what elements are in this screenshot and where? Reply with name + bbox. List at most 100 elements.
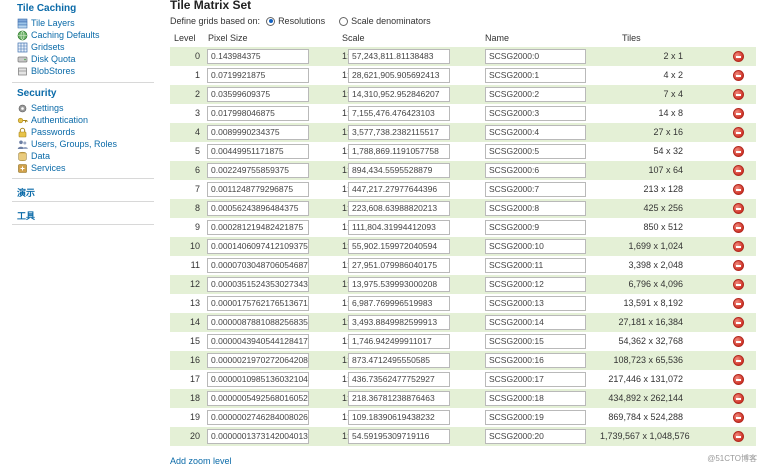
remove-level-icon[interactable] [733, 298, 744, 309]
scale-input[interactable]: 873.4712495550585 [348, 353, 450, 368]
name-input[interactable]: SCSG2000:18 [485, 391, 586, 406]
remove-level-icon[interactable] [733, 70, 744, 81]
name-input[interactable]: SCSG2000:7 [485, 182, 586, 197]
scale-input[interactable]: 7,155,476.476423103 [348, 106, 450, 121]
scale-input[interactable]: 3,493.8849982599913 [348, 315, 450, 330]
pixel-size-input[interactable]: 0.03599609375 [207, 87, 309, 102]
remove-level-icon[interactable] [733, 222, 744, 233]
sidebar-item-authentication[interactable]: Authentication [17, 114, 88, 126]
remove-level-icon[interactable] [733, 108, 744, 119]
scale-input[interactable]: 223,608.63988820213 [348, 201, 450, 216]
remove-level-icon[interactable] [733, 51, 744, 62]
pixel-size-input[interactable]: 0.00000013731420040130615 [207, 429, 309, 444]
pixel-size-input[interactable]: 0.000008788108825683594 [207, 315, 309, 330]
remove-level-icon[interactable] [733, 127, 744, 138]
sidebar-item-users-groups-roles[interactable]: Users, Groups, Roles [17, 138, 117, 150]
pixel-size-input[interactable]: 0.00007030487060546875 [207, 258, 309, 273]
name-input[interactable]: SCSG2000:2 [485, 87, 586, 102]
remove-level-icon[interactable] [733, 393, 744, 404]
pixel-size-input[interactable]: 0.002249755859375 [207, 163, 309, 178]
pixel-size-input[interactable]: 0.0000021970272064208984 [207, 353, 309, 368]
remove-level-icon[interactable] [733, 146, 744, 157]
scale-input[interactable]: 3,577,738.2382115517 [348, 125, 450, 140]
name-input[interactable]: SCSG2000:19 [485, 410, 586, 425]
resolutions-radio[interactable] [266, 16, 276, 26]
scale-input[interactable]: 436.73562477752927 [348, 372, 450, 387]
scale-denominators-radio[interactable] [339, 16, 349, 26]
name-input[interactable]: SCSG2000:12 [485, 277, 586, 292]
pixel-size-input[interactable]: 0.00056243896484375 [207, 201, 309, 216]
pixel-size-input[interactable]: 0.000017576217651367188 [207, 296, 309, 311]
sidebar-item-tile-layers[interactable]: Tile Layers [17, 17, 75, 29]
name-input[interactable]: SCSG2000:3 [485, 106, 586, 121]
sidebar-item-blobstores[interactable]: BlobStores [17, 65, 75, 77]
name-input[interactable]: SCSG2000:13 [485, 296, 586, 311]
name-input[interactable]: SCSG2000:8 [485, 201, 586, 216]
remove-level-icon[interactable] [733, 374, 744, 385]
sidebar-item-passwords[interactable]: Passwords [17, 126, 75, 138]
sidebar-item-services[interactable]: Services [17, 162, 66, 174]
scale-input[interactable]: 55,902.159972040594 [348, 239, 450, 254]
remove-level-icon[interactable] [733, 336, 744, 347]
scale-input[interactable]: 109.18390619438232 [348, 410, 450, 425]
pixel-size-input[interactable]: 0.000004394054412841797 [207, 334, 309, 349]
remove-level-icon[interactable] [733, 431, 744, 442]
scale-input[interactable]: 1,788,869.1191057758 [348, 144, 450, 159]
remove-level-icon[interactable] [733, 355, 744, 366]
scale-input[interactable]: 27,951.079986040175 [348, 258, 450, 273]
remove-level-icon[interactable] [733, 203, 744, 214]
scale-input[interactable]: 13,975.539993000208 [348, 277, 450, 292]
sidebar-item-disk-quota[interactable]: Disk Quota [17, 53, 76, 65]
pixel-size-input[interactable]: 0.000035152435302734375 [207, 277, 309, 292]
scale-input[interactable]: 28,621,905.905692413 [348, 68, 450, 83]
name-input[interactable]: SCSG2000:0 [485, 49, 586, 64]
scale-input[interactable]: 57,243,811.81138483 [348, 49, 450, 64]
resolutions-label[interactable]: Resolutions [278, 16, 325, 26]
scale-input[interactable]: 218.36781238876463 [348, 391, 450, 406]
pixel-size-input[interactable]: 0.00449951171875 [207, 144, 309, 159]
name-input[interactable]: SCSG2000:20 [485, 429, 586, 444]
scale-input[interactable]: 111,804.31994412093 [348, 220, 450, 235]
pixel-size-input[interactable]: 0.0089990234375 [207, 125, 309, 140]
remove-level-icon[interactable] [733, 241, 744, 252]
sidebar-item-data[interactable]: Data [17, 150, 50, 162]
scale-input[interactable]: 6,987.769996519983 [348, 296, 450, 311]
remove-level-icon[interactable] [733, 165, 744, 176]
name-input[interactable]: SCSG2000:16 [485, 353, 586, 368]
remove-level-icon[interactable] [733, 89, 744, 100]
name-input[interactable]: SCSG2000:15 [485, 334, 586, 349]
remove-level-icon[interactable] [733, 279, 744, 290]
pixel-size-input[interactable]: 0.0011248779296875 [207, 182, 309, 197]
pixel-size-input[interactable]: 0.017998046875 [207, 106, 309, 121]
sidebar-item-caching-defaults[interactable]: Caching Defaults [17, 29, 100, 41]
name-input[interactable]: SCSG2000:10 [485, 239, 586, 254]
pixel-size-input[interactable]: 0.0719921875 [207, 68, 309, 83]
sidebar-item-demos[interactable]: 演示 [17, 186, 35, 199]
name-input[interactable]: SCSG2000:4 [485, 125, 586, 140]
name-input[interactable]: SCSG2000:6 [485, 163, 586, 178]
sidebar-item-gridsets[interactable]: Gridsets [17, 41, 65, 53]
sidebar-item-tools[interactable]: 工具 [17, 209, 35, 222]
pixel-size-input[interactable]: 0.0000010985136032104492 [207, 372, 309, 387]
pixel-size-input[interactable]: 0.000281219482421875 [207, 220, 309, 235]
name-input[interactable]: SCSG2000:1 [485, 68, 586, 83]
remove-level-icon[interactable] [733, 317, 744, 328]
scale-input[interactable]: 54.59195309719116 [348, 429, 450, 444]
name-input[interactable]: SCSG2000:17 [485, 372, 586, 387]
pixel-size-input[interactable]: 0.143984375 [207, 49, 309, 64]
scale-denominators-label[interactable]: Scale denominators [351, 16, 431, 26]
pixel-size-input[interactable]: 0.0000002746284008026123 [207, 410, 309, 425]
scale-input[interactable]: 14,310,952.952846207 [348, 87, 450, 102]
name-input[interactable]: SCSG2000:11 [485, 258, 586, 273]
name-input[interactable]: SCSG2000:9 [485, 220, 586, 235]
pixel-size-input[interactable]: 0.0000005492568016052246 [207, 391, 309, 406]
name-input[interactable]: SCSG2000:14 [485, 315, 586, 330]
remove-level-icon[interactable] [733, 412, 744, 423]
remove-level-icon[interactable] [733, 184, 744, 195]
scale-input[interactable]: 894,434.5595528879 [348, 163, 450, 178]
add-zoom-level-link[interactable]: Add zoom level [170, 456, 232, 466]
pixel-size-input[interactable]: 0.0001406097412109375 [207, 239, 309, 254]
scale-input[interactable]: 1,746.942499911017 [348, 334, 450, 349]
sidebar-item-settings[interactable]: Settings [17, 102, 64, 114]
remove-level-icon[interactable] [733, 260, 744, 271]
